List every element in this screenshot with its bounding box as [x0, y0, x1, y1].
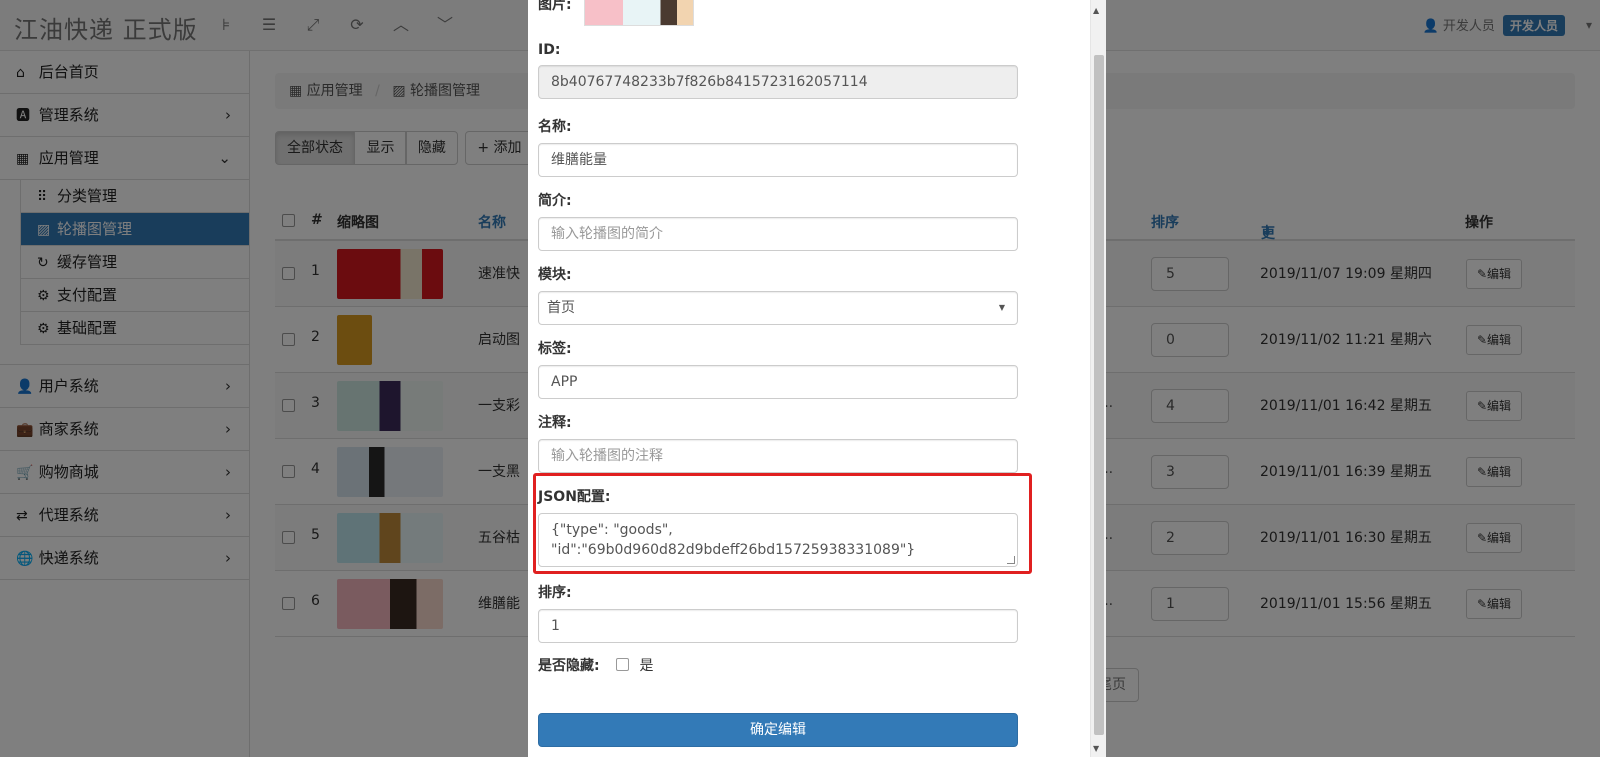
hidden-option-label: 是	[639, 658, 654, 674]
desc-input[interactable]: 输入轮播图的简介	[538, 217, 1018, 251]
sort-input[interactable]: 1	[538, 609, 1018, 643]
note-input[interactable]: 输入轮播图的注释	[538, 439, 1018, 473]
json-highlight-box	[533, 473, 1032, 574]
scroll-down-icon[interactable]: ▼	[1093, 744, 1099, 753]
id-input: 8b40767748233b7f826b8415723162057114	[538, 65, 1018, 99]
note-placeholder: 输入轮播图的注释	[551, 448, 663, 464]
id-label: ID:	[538, 42, 561, 58]
sort-label: 排序:	[538, 585, 572, 601]
confirm-edit-button[interactable]: 确定编辑	[538, 713, 1018, 747]
note-field: 注释: 输入轮播图的注释	[538, 412, 1018, 473]
module-select[interactable]: 首页 ▼	[538, 291, 1018, 325]
hidden-field: 是否隐藏: 是	[538, 655, 1018, 675]
tag-label: 标签:	[538, 341, 572, 357]
name-label: 名称:	[538, 119, 572, 135]
hidden-checkbox[interactable]	[616, 658, 630, 671]
desc-field: 简介: 输入轮播图的简介	[538, 190, 1018, 251]
edit-modal: 图片: ID: 8b40767748233b7f826b841572316205…	[528, 0, 1106, 757]
scrollbar-thumb[interactable]	[1094, 55, 1104, 735]
hidden-label: 是否隐藏:	[538, 658, 600, 674]
carousel-image-preview[interactable]	[584, 0, 694, 26]
sort-field: 排序: 1	[538, 582, 1018, 643]
desc-placeholder: 输入轮播图的简介	[551, 226, 663, 242]
desc-label: 简介:	[538, 193, 572, 209]
name-field: 名称: 维膳能量	[538, 116, 1018, 177]
module-select-value: 首页	[547, 300, 575, 316]
tag-input[interactable]: APP	[538, 365, 1018, 399]
note-label: 注释:	[538, 415, 572, 431]
scroll-up-icon[interactable]: ▲	[1093, 6, 1099, 15]
module-field: 模块: 首页 ▼	[538, 264, 1018, 325]
id-field: ID: 8b40767748233b7f826b8415723162057114	[538, 42, 1018, 99]
name-input[interactable]: 维膳能量	[538, 143, 1018, 177]
caret-down-icon: ▼	[998, 303, 1005, 312]
tag-field: 标签: APP	[538, 338, 1018, 399]
module-label: 模块:	[538, 267, 572, 283]
modal-scrollbar[interactable]: ▲ ▼	[1090, 0, 1106, 757]
